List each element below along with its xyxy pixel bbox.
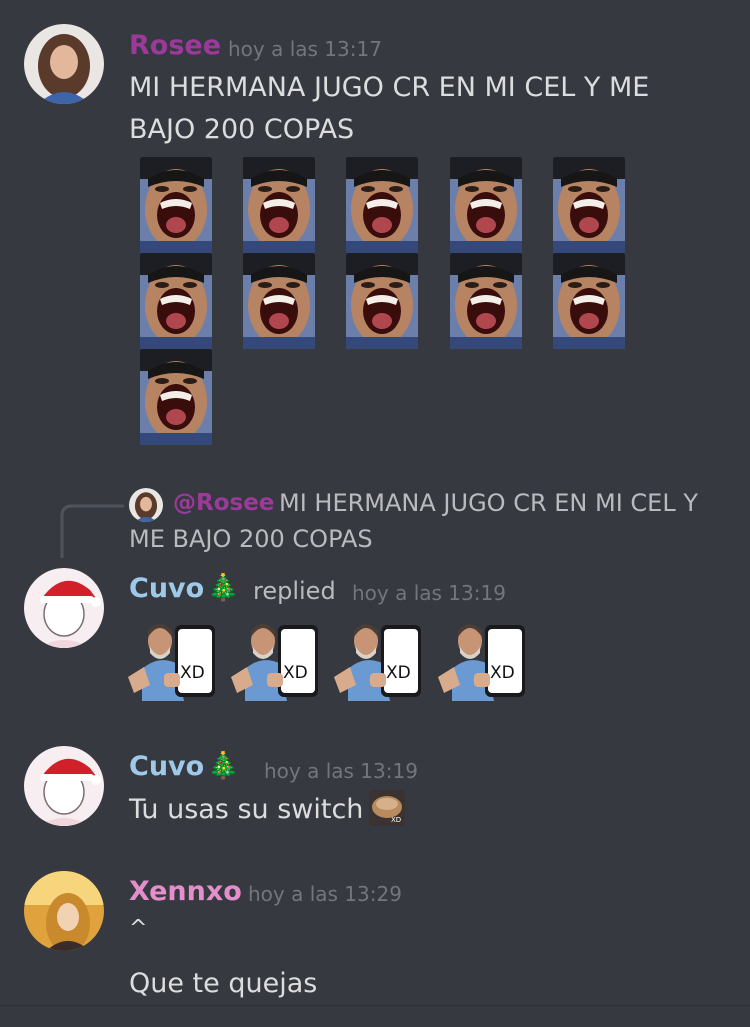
author-name[interactable]: Cuvo — [129, 573, 204, 604]
scream-emote[interactable] — [346, 253, 418, 349]
avatar-xennxo[interactable] — [24, 871, 104, 951]
scream-emote[interactable] — [140, 349, 212, 445]
christmas-tree-icon: 🎄 — [207, 751, 240, 781]
author-name[interactable]: Rosee — [129, 30, 221, 61]
author-name[interactable]: Cuvo — [129, 751, 204, 782]
message-text-line-2: BAJO 200 COPAS — [129, 114, 355, 145]
timestamp: hoy a las 13:19 — [352, 581, 506, 605]
scream-emote[interactable] — [450, 157, 522, 253]
xd-label: XD — [386, 663, 411, 683]
message-text-line-1: ^ — [129, 916, 148, 941]
scream-emote[interactable] — [553, 157, 625, 253]
xd-label: XD — [180, 663, 205, 683]
reply-preview-line-2[interactable]: ME BAJO 200 COPAS — [129, 525, 373, 553]
xd-label: XD — [283, 663, 308, 683]
xd-phone-image — [438, 615, 530, 701]
replied-label: replied — [253, 577, 336, 605]
message-text: Tu usas su switch — [129, 794, 364, 825]
avatar-cuvo[interactable] — [24, 568, 104, 648]
scream-emote[interactable] — [243, 253, 315, 349]
reply-avatar-image — [129, 488, 163, 522]
avatar-cuvo-image — [24, 568, 104, 648]
scream-emote[interactable] — [243, 157, 315, 253]
scream-emote[interactable] — [553, 253, 625, 349]
xd-phone-image — [231, 615, 323, 701]
xd-phone-emote[interactable]: XD — [128, 615, 220, 701]
reply-preview-line-1[interactable]: MI HERMANA JUGO CR EN MI CEL Y — [279, 489, 698, 517]
timestamp: hoy a las 13:29 — [248, 882, 402, 906]
scream-emote[interactable] — [140, 253, 212, 349]
scream-emote[interactable] — [140, 157, 212, 253]
reply-avatar-rosee[interactable] — [129, 488, 163, 522]
xd-phone-emote[interactable]: XD — [438, 615, 530, 701]
avatar-rosee[interactable] — [24, 24, 104, 104]
reply-spine — [60, 504, 124, 558]
avatar-cuvo-image — [24, 746, 104, 826]
author-name[interactable]: Xennxo — [129, 876, 242, 907]
xd-phone-emote[interactable]: XD — [334, 615, 426, 701]
avatar-rosee-image — [24, 24, 104, 104]
custom-emoji[interactable]: XD — [369, 790, 405, 826]
reply-mention[interactable]: @Rosee — [173, 490, 274, 516]
xd-label: XD — [490, 663, 515, 683]
scream-emote[interactable] — [450, 253, 522, 349]
custom-emoji-label: XD — [391, 816, 402, 824]
message-text-line-2: Que te quejas — [129, 968, 318, 999]
avatar-xennxo-image — [24, 871, 104, 951]
xd-phone-emote[interactable]: XD — [231, 615, 323, 701]
xd-phone-image — [128, 615, 220, 701]
christmas-tree-icon: 🎄 — [207, 573, 240, 603]
bottom-divider — [0, 1005, 750, 1006]
timestamp: hoy a las 13:17 — [228, 37, 382, 61]
xd-phone-image — [334, 615, 426, 701]
scream-emote[interactable] — [346, 157, 418, 253]
message-text-line-1: MI HERMANA JUGO CR EN MI CEL Y ME — [129, 72, 650, 103]
avatar-cuvo[interactable] — [24, 746, 104, 826]
timestamp: hoy a las 13:19 — [264, 759, 418, 783]
